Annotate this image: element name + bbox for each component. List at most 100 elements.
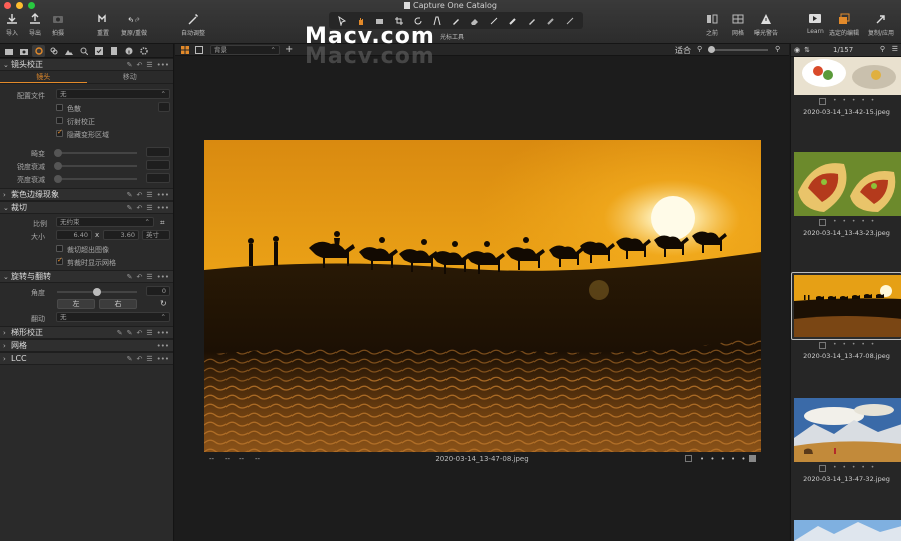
thumbnail-image[interactable] — [794, 57, 901, 95]
thumbnail-cell[interactable]: • • • • • 2020-03-14_13-43-23.jpeg — [791, 152, 901, 274]
preset-icon[interactable]: ☰ — [146, 273, 152, 281]
show-mask-checkbox[interactable] — [56, 256, 63, 265]
reset-icon[interactable]: ↶ — [136, 191, 142, 199]
angle-input[interactable]: 0 — [146, 286, 170, 296]
zoom-icon[interactable]: ⚲ — [697, 45, 702, 53]
crop-width-input[interactable]: 6.40 — [56, 230, 92, 240]
reset-icon[interactable]: ↶ — [136, 273, 142, 281]
rotate-right-button[interactable]: 右 — [99, 299, 137, 309]
tab-lens[interactable]: 镜头 — [0, 71, 87, 83]
light-falloff-value[interactable] — [146, 173, 170, 183]
edit-icon[interactable]: ✎ — [117, 329, 123, 337]
heal-tool-icon[interactable] — [523, 15, 541, 27]
preset-icon[interactable]: ☰ — [146, 329, 152, 337]
info-tab-icon[interactable] — [122, 45, 135, 57]
purple-fringing-header[interactable]: › 紫色边缘现象 ✎ ↶ ☰ ••• — [0, 188, 173, 201]
zoom-knob[interactable] — [708, 46, 715, 53]
more-icon[interactable]: ••• — [157, 273, 169, 281]
color-tab-icon[interactable] — [47, 45, 60, 57]
thumbnail-image[interactable] — [794, 275, 901, 337]
lens-tab-icon[interactable] — [32, 44, 45, 57]
rating-dots[interactable]: • • • • • — [833, 341, 876, 348]
add-icon[interactable]: + — [285, 44, 293, 55]
before-button[interactable]: 之前 — [705, 12, 719, 37]
preset-icon[interactable]: ☰ — [146, 61, 152, 69]
angle-knob[interactable] — [93, 288, 101, 296]
main-image[interactable] — [204, 140, 761, 452]
more-icon[interactable]: ••• — [157, 204, 169, 212]
exposure-tab-icon[interactable] — [62, 45, 75, 57]
gradient-tool-icon[interactable] — [485, 15, 503, 27]
ratio-select[interactable]: 无约束 ⌃ — [56, 217, 154, 227]
more-icon[interactable]: ••• — [157, 61, 169, 69]
camera-tab-icon[interactable] — [17, 45, 30, 57]
reset-icon[interactable]: ↶ — [136, 329, 142, 337]
clone-tool-icon[interactable] — [542, 15, 560, 27]
details-tab-icon[interactable] — [77, 45, 90, 57]
export-button[interactable]: 导出 — [28, 12, 42, 37]
edit-icon[interactable]: ✎ — [127, 204, 133, 212]
zoom-window-button[interactable] — [28, 2, 35, 9]
unit-select[interactable]: 英寸 — [142, 230, 170, 240]
edit-icon[interactable]: ✎ — [127, 273, 133, 281]
color-tag-icon[interactable] — [749, 455, 756, 462]
metadata-tab-icon[interactable] — [107, 45, 120, 57]
grid-view-icon[interactable] — [181, 46, 189, 56]
more-icon[interactable]: ••• — [157, 191, 169, 199]
annotate-tool-icon[interactable] — [561, 15, 579, 27]
reset-icon[interactable]: ↶ — [136, 61, 142, 69]
light-knob[interactable] — [54, 175, 62, 183]
lcc-header[interactable]: › LCC ✎ ↶ ☰ ••• — [0, 352, 173, 365]
import-button[interactable]: 导入 — [5, 12, 19, 37]
more-icon[interactable]: ••• — [157, 342, 169, 350]
picker-tool-icon[interactable] — [504, 15, 522, 27]
straighten-icon[interactable]: ↻ — [160, 299, 167, 308]
lens-correction-header[interactable]: ⌄ 镜头校正 ✎ ↶ ☰ ••• — [0, 58, 173, 71]
distortion-slider[interactable] — [54, 149, 137, 157]
thumbnail-cell[interactable]: • • • • • 2020-03-14_13-47-08.jpeg — [791, 272, 901, 396]
crop-outside-checkbox[interactable] — [56, 245, 63, 252]
zoom-fit-label[interactable]: 适合 — [675, 45, 691, 56]
zoom-slider[interactable] — [708, 46, 768, 53]
select-checkbox[interactable] — [819, 342, 826, 349]
distortion-knob[interactable] — [54, 149, 62, 157]
rotation-header[interactable]: ⌄ 旋转与翻转 ✎ ↶ ☰ ••• — [0, 270, 173, 283]
exposure-warning-button[interactable]: 曝光警告 — [754, 12, 778, 37]
close-window-button[interactable] — [4, 2, 11, 9]
grid-header[interactable]: › 网格 ••• — [0, 339, 173, 352]
thumbnail-cell[interactable]: • • • • • 2020-03-14_13-42-15.jpeg — [791, 57, 901, 152]
edit-icon[interactable]: ✎ — [127, 191, 133, 199]
edit-selected-button[interactable]: 选定的编辑 — [829, 12, 859, 37]
preset-icon[interactable]: ☰ — [146, 204, 152, 212]
minimize-window-button[interactable] — [16, 2, 23, 9]
zoom-in-icon[interactable]: ⚲ — [775, 45, 780, 53]
reset-icon[interactable]: ↶ — [136, 204, 142, 212]
crop-header[interactable]: ⌄ 裁切 ✎ ↶ ☰ ••• — [0, 201, 173, 214]
preset-icon[interactable]: ☰ — [146, 355, 152, 363]
profile-select[interactable]: 无 ⌃ — [56, 89, 170, 99]
eraser-tool-icon[interactable] — [466, 15, 484, 27]
eye-icon[interactable]: ◉ — [794, 46, 800, 54]
tab-movement[interactable]: 移动 — [87, 71, 174, 83]
rating-dots[interactable]: • • • • • — [700, 455, 748, 463]
thumbnail-cell[interactable]: • • • • • 2020-03-14_13-47-32.jpeg — [791, 396, 901, 518]
brush-tool-icon[interactable] — [447, 15, 465, 27]
rating-dots[interactable]: • • • • • — [833, 97, 876, 104]
thumbnail-image[interactable] — [794, 398, 901, 462]
reset-button[interactable]: 重置 — [96, 12, 110, 37]
select-checkbox[interactable] — [685, 455, 692, 462]
reset-icon[interactable]: ↶ — [136, 355, 142, 363]
thumbnail-cell[interactable] — [791, 520, 901, 541]
select-checkbox[interactable] — [819, 98, 826, 105]
rating-dots[interactable]: • • • • • — [833, 464, 876, 471]
dispersion-field[interactable] — [158, 102, 170, 112]
select-checkbox[interactable] — [819, 219, 826, 226]
hide-distorted-checkbox[interactable] — [56, 128, 63, 137]
adjustments-tab-icon[interactable] — [92, 45, 105, 57]
angle-slider[interactable] — [57, 288, 137, 296]
more-icon[interactable]: ••• — [157, 329, 169, 337]
light-falloff-slider[interactable] — [54, 175, 137, 183]
grid-button[interactable]: 网格 — [731, 12, 745, 37]
auto-adjust-button[interactable]: 自动调整 — [181, 12, 205, 37]
sort-icon[interactable]: ⇅ — [804, 46, 810, 54]
